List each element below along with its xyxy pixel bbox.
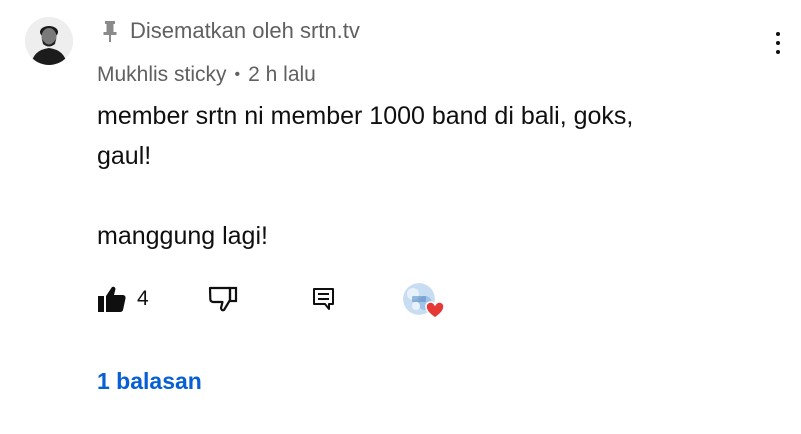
view-replies-link[interactable]: 1 balasan xyxy=(97,368,202,395)
comment-meta: Mukhlis sticky • 2 h lalu xyxy=(97,60,316,90)
commenter-avatar[interactable] xyxy=(25,17,73,65)
pinned-label: Disematkan oleh srtn.tv xyxy=(130,18,360,43)
thumbs-up-filled-icon xyxy=(98,286,126,312)
comment-line: manggung lagi! xyxy=(97,222,268,250)
like-count: 4 xyxy=(137,287,149,310)
like-button[interactable]: 4 xyxy=(97,284,149,314)
reply-button[interactable] xyxy=(311,284,337,314)
comment-time[interactable]: 2 h lalu xyxy=(248,63,316,87)
comment-line: gaul! xyxy=(97,142,152,170)
pin-icon xyxy=(100,18,120,44)
dislike-button[interactable] xyxy=(208,284,238,314)
creator-heart-icon xyxy=(425,301,445,319)
pinned-indicator: Disematkan oleh srtn.tv xyxy=(100,16,360,46)
more-options-button[interactable] xyxy=(766,28,790,58)
avatar-person-icon xyxy=(25,17,73,65)
thumbs-down-icon xyxy=(208,286,238,312)
meta-separator: • xyxy=(234,66,241,83)
more-vertical-icon xyxy=(776,32,780,36)
comment-line: member srtn ni member 1000 band di bali,… xyxy=(97,102,634,130)
creator-heart xyxy=(403,283,445,321)
author-name[interactable]: Mukhlis sticky xyxy=(97,63,227,87)
comment-reply-icon xyxy=(313,288,334,310)
more-vertical-icon-dot xyxy=(776,41,780,45)
comment-text: member srtn ni member 1000 band di bali,… xyxy=(97,96,757,256)
more-vertical-icon-dot xyxy=(776,50,780,54)
